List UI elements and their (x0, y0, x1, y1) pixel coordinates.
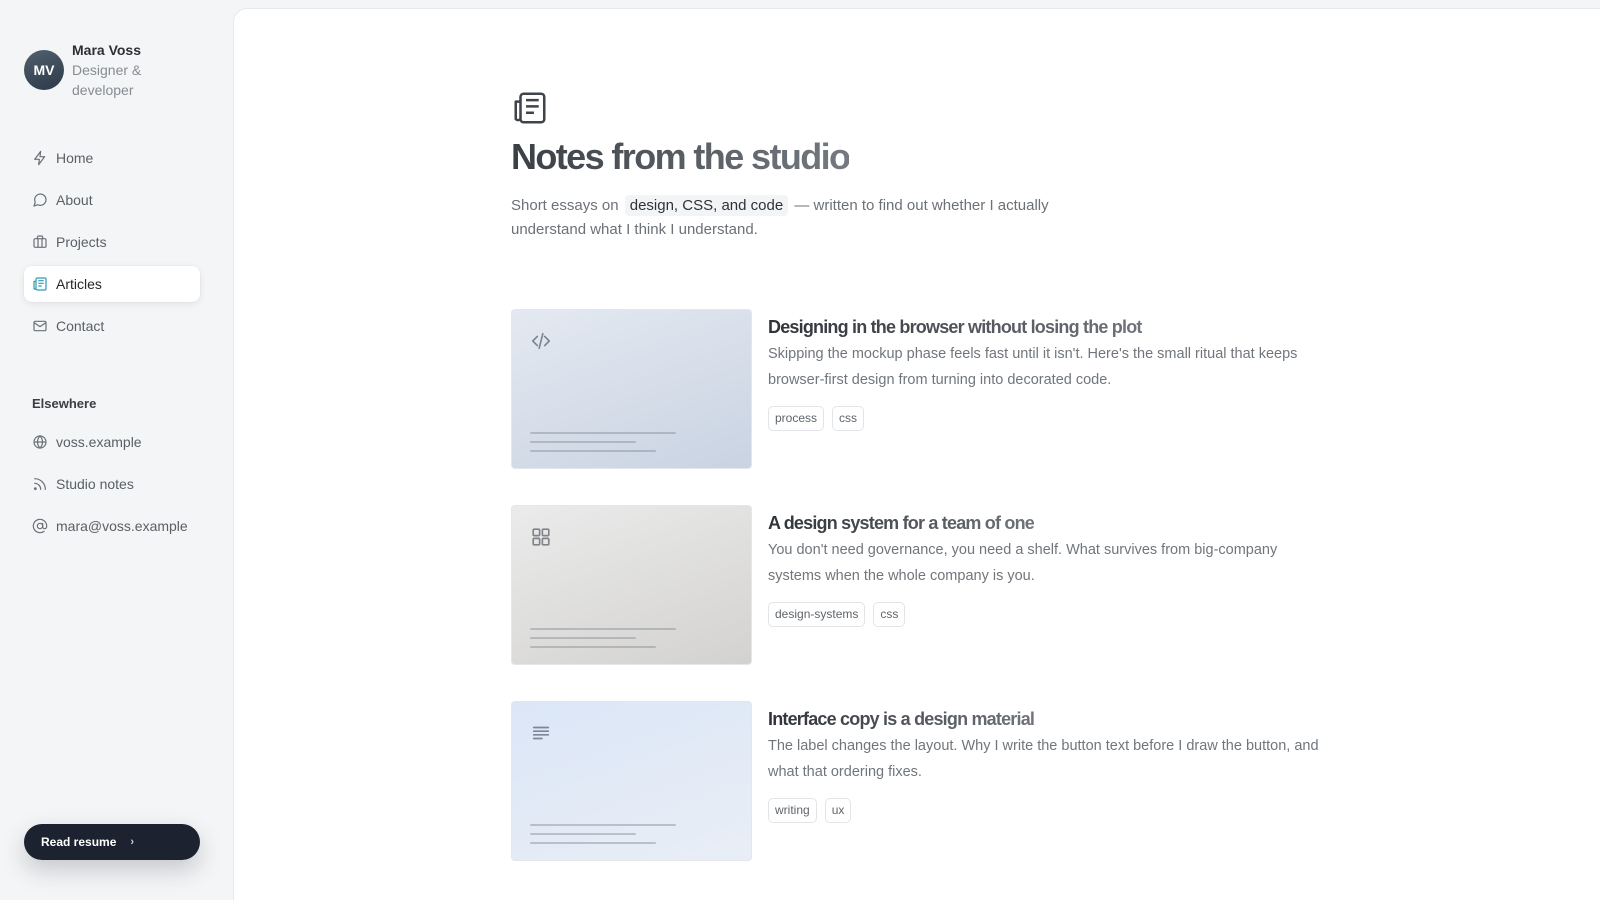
nav-item-about[interactable]: About (24, 182, 200, 218)
mail-icon (33, 320, 47, 332)
page-title: Notes from the studio (511, 136, 851, 177)
main-panel: Notes from the studio Short essays on de… (233, 8, 1600, 900)
article-excerpt: Skipping the mockup phase feels fast unt… (768, 346, 1298, 388)
newspaper-icon (33, 277, 47, 291)
chevron-right-icon: › (130, 836, 135, 848)
article-card[interactable]: Designing in the browser without losing … (511, 309, 1331, 469)
tag[interactable]: ux (824, 798, 852, 823)
profile: MV Mara Voss Designer & developer (24, 40, 172, 100)
nav-item-projects[interactable]: Projects (24, 224, 200, 260)
nav-item-articles[interactable]: Articles (24, 266, 200, 302)
sidebar: MV Mara Voss Designer & developer Home A… (0, 0, 232, 900)
rss-icon (33, 478, 46, 491)
desc-text: Short essays on (511, 197, 619, 214)
link-rss[interactable]: Studio notes (24, 466, 200, 502)
text-lines-icon (532, 726, 550, 740)
code-icon (531, 332, 551, 350)
link-label: Studio notes (56, 476, 134, 492)
article-tags: writing ux (768, 798, 1328, 823)
article-title[interactable]: A design system for a team of one (768, 510, 1035, 536)
read-resume-button[interactable]: Read resume › (24, 824, 200, 860)
article-tags: design-systems css (768, 602, 1328, 627)
profile-role: Designer & developer (72, 62, 142, 98)
read-resume-label: Read resume (41, 835, 117, 849)
article-tags: process css (768, 406, 1328, 431)
nav-item-contact[interactable]: Contact (24, 308, 200, 344)
avatar: MV (24, 50, 64, 90)
article-title[interactable]: Designing in the browser without losing … (768, 314, 1142, 340)
profile-name: Mara Voss (72, 42, 141, 58)
link-label: mara@voss.example (56, 518, 188, 534)
nav-item-label: About (56, 192, 93, 208)
nav-item-label: Articles (56, 276, 102, 292)
tag[interactable]: process (768, 406, 825, 431)
grid-icon (532, 528, 550, 546)
page-description: Short essays on design, CSS, and code — … (511, 194, 1101, 242)
briefcase-icon (33, 235, 47, 248)
elsewhere-links: voss.example Studio notes mara@voss.exam… (24, 424, 200, 550)
nav-item-label: Contact (56, 318, 105, 334)
link-website[interactable]: voss.example (24, 424, 200, 460)
globe-icon (33, 435, 47, 449)
link-email[interactable]: mara@voss.example (24, 508, 200, 544)
article-card[interactable]: A design system for a team of one You do… (511, 505, 1331, 665)
main-nav: Home About Projects Articles Contact (24, 140, 200, 350)
tag[interactable]: css (873, 602, 906, 627)
article-thumbnail[interactable] (511, 309, 752, 469)
article-title[interactable]: Interface copy is a design material (768, 706, 1035, 732)
article-excerpt: The label changes the layout. Why I writ… (768, 738, 1319, 780)
tag[interactable]: css (832, 406, 865, 431)
article-thumbnail[interactable] (511, 505, 752, 665)
article-excerpt: You don't need governance, you need a sh… (768, 542, 1278, 584)
article-card[interactable]: Interface copy is a design material The … (511, 701, 1331, 861)
elsewhere-heading: Elsewhere (32, 396, 97, 411)
link-label: voss.example (56, 434, 142, 450)
tag[interactable]: design-systems (768, 602, 866, 627)
bolt-icon (34, 150, 46, 166)
tag[interactable]: writing (768, 798, 817, 823)
article-thumbnail[interactable] (511, 701, 752, 861)
newspaper-icon (514, 92, 546, 124)
desc-topic-chip: design, CSS, and code (624, 195, 789, 216)
chat-bubble-icon (33, 193, 47, 207)
nav-item-label: Projects (56, 234, 107, 250)
at-sign-icon (32, 518, 48, 534)
nav-item-home[interactable]: Home (24, 140, 200, 176)
nav-item-label: Home (56, 150, 94, 166)
